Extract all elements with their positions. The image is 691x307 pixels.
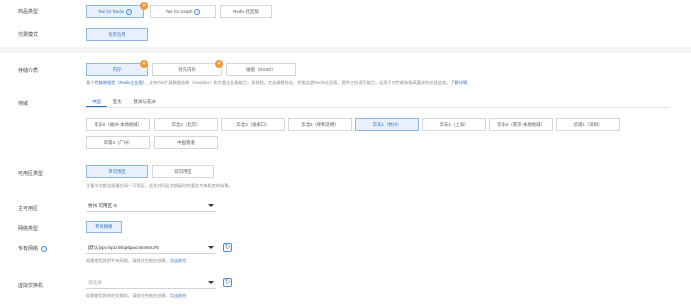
note-text: ，支持Tair扩展数据结构（modules）和大量企业级能力，多线程，大连接数优… [144, 80, 451, 85]
note-text: 如需使用其他专有网络，请前往控制台创建。 [86, 258, 170, 263]
region-option[interactable]: 华东6（福州-本地地域） [86, 118, 150, 131]
refresh-icon[interactable]: ↻ [223, 278, 232, 287]
primary-zone-label: 主可用区 [18, 206, 39, 212]
chevron-down-icon [208, 204, 214, 207]
select-value: 杭州 可用区 G [88, 202, 118, 208]
enhanced-link[interactable]: 性能增强型（Redis企业版） [94, 80, 145, 85]
option-persistent-memory[interactable]: 持久内存 [152, 63, 222, 76]
tab-apac[interactable]: 亚太 [107, 97, 128, 107]
zone-type-label: 可用区类型 [18, 171, 44, 177]
option-single-zone[interactable]: 单可用区 [86, 165, 148, 178]
region-label: 地域 [18, 101, 29, 107]
option-tair-redis[interactable]: Tair for Redis ? [86, 5, 144, 18]
storage-label: 存储介质 [18, 68, 39, 74]
config-panel: 存储介质 内存 × 持久内存 × 磁盘（ESSD） 基于性能增强型（Redis企… [0, 53, 691, 307]
chevron-down-icon [208, 246, 214, 249]
product-type-label: 商品类型 [18, 9, 39, 15]
region-option[interactable]: 华北5（呼和浩特） [288, 118, 352, 131]
select-value: [默认]vpc-bp1nlnbp6pacosm94u76 [88, 244, 159, 250]
storage-note: 基于性能增强型（Redis企业版），支持Tair扩展数据结构（modules）和… [86, 80, 467, 86]
region-option[interactable]: 华东5（南京-本地地域） [489, 118, 553, 131]
network-type-vpc[interactable]: 专有网络 [86, 221, 122, 233]
zone-type-note: 主备节点都会部署在同一可用区，适合对同区交换级别的要求为单机房的场景。 [86, 183, 233, 188]
vpc-label: 专有网络 ? [18, 245, 48, 252]
close-badge-icon[interactable]: × [215, 60, 223, 68]
region-option[interactable]: 华东2（上海） [422, 118, 486, 131]
product-panel: 商品类型 Tair for Redis ? × Tair for Graph ?… [0, 0, 691, 47]
region-option[interactable]: 华北2（北京） [154, 118, 218, 131]
tab-europe-america[interactable]: 欧洲与美洲 [128, 97, 162, 107]
vpc-select[interactable]: [默认]vpc-bp1nlnbp6pacosm94u76 [86, 242, 216, 254]
help-icon[interactable]: ? [194, 8, 201, 15]
learn-more-link[interactable]: 了解详情 [450, 80, 467, 85]
refresh-icon[interactable]: ↻ [223, 243, 232, 252]
help-icon[interactable]: ? [125, 8, 132, 15]
close-badge-icon[interactable]: × [140, 2, 148, 10]
vpc-note: 如需使用其他专有网络，请前往控制台创建。点击前往 [86, 258, 187, 264]
option-memory[interactable]: 内存 [86, 63, 148, 76]
vpc-label-text: 专有网络 [18, 246, 39, 252]
region-option[interactable]: 华北3（张家口） [221, 118, 285, 131]
option-redis-community[interactable]: Redis 社区版 [220, 5, 272, 18]
close-badge-icon[interactable]: × [140, 60, 148, 68]
vswitch-select[interactable]: 请选择 [86, 277, 216, 289]
billing-label: 付费模式 [18, 32, 39, 38]
tab-china[interactable]: 中国 [86, 97, 107, 107]
region-option[interactable]: 中国香港 [154, 136, 218, 149]
option-dual-zone[interactable]: 双可用区 [152, 165, 214, 178]
vswitch-note: 如需使用其他的交换机，请前往控制台创建。点击前往 [86, 293, 187, 299]
select-placeholder: 请选择 [88, 279, 102, 285]
vswitch-label: 虚拟交换机 [18, 283, 44, 289]
region-option-selected[interactable]: 华东1（杭州） [355, 118, 419, 131]
chevron-down-icon [208, 281, 214, 284]
tab-divider [86, 107, 670, 108]
option-label: Tair for Redis [98, 9, 124, 14]
option-essd[interactable]: 磁盘（ESSD） [226, 63, 296, 76]
vswitch-console-link[interactable]: 点击前往 [170, 293, 187, 298]
vpc-console-link[interactable]: 点击前往 [170, 258, 187, 263]
help-icon[interactable]: ? [41, 246, 48, 252]
option-label: Tair for Graph [165, 9, 193, 14]
region-tabs: 中国 亚太 欧洲与美洲 [86, 97, 162, 107]
network-type-label: 网络类型 [18, 226, 39, 232]
option-tair-graph[interactable]: Tair for Graph ? [150, 5, 216, 18]
note-text: 如需使用其他的交换机，请前往控制台创建。 [86, 293, 170, 298]
region-option[interactable]: 华南1（深圳） [556, 118, 620, 131]
option-subscription[interactable]: 包年包月 [86, 28, 148, 41]
primary-zone-select[interactable]: 杭州 可用区 G [86, 200, 216, 212]
region-option[interactable]: 华南3（广州） [86, 136, 150, 149]
